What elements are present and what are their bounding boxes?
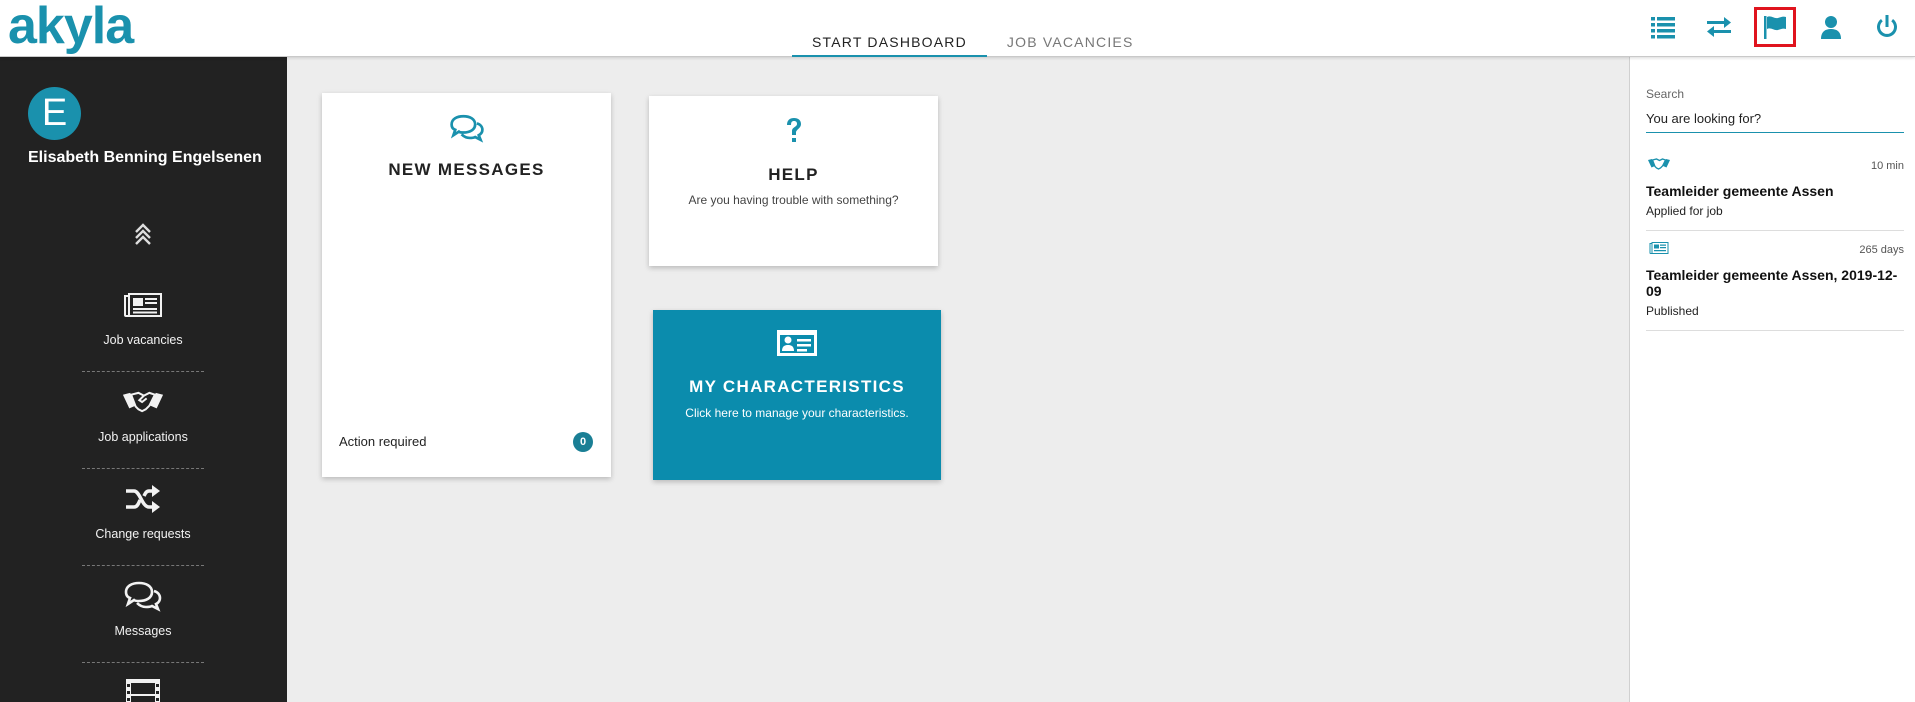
power-icon[interactable] — [1859, 0, 1915, 54]
newspaper-icon — [1646, 240, 1672, 261]
top-bar: akyla START DASHBOARD JOB VACANCIES — [0, 0, 1915, 57]
sidebar-item-change-requests[interactable]: Change requests — [82, 469, 204, 566]
search-input[interactable] — [1646, 105, 1904, 133]
sidebar-item-messages[interactable]: Messages — [82, 566, 204, 663]
id-card-icon — [653, 327, 941, 359]
sidebar-item-label: Job applications — [98, 430, 188, 444]
feed-status: Applied for job — [1646, 204, 1723, 218]
sidebar-item-job-applications[interactable]: Job applications — [82, 372, 204, 469]
feed-time: 10 min — [1870, 160, 1904, 172]
right-panel: Search 10 min Teamleider gemeente Assen … — [1629, 57, 1915, 702]
flag-icon[interactable] — [1747, 0, 1803, 54]
swap-icon[interactable] — [1691, 0, 1747, 54]
header-actions — [1635, 0, 1915, 57]
card-subtitle: Are you having trouble with something? — [688, 193, 899, 207]
sidebar-item-label: Messages — [114, 624, 172, 638]
card-title: HELP — [768, 165, 819, 184]
main-tabs: START DASHBOARD JOB VACANCIES — [792, 0, 1154, 57]
handshake-icon — [122, 380, 164, 424]
app-logo[interactable]: akyla — [8, 0, 134, 56]
search-label: Search — [1646, 87, 1685, 101]
feed-status: Published — [1646, 304, 1699, 318]
feed-title: Teamleider gemeente Assen — [1646, 183, 1834, 199]
sidebar-nav: Job vacancies Job applications Change re… — [82, 275, 204, 702]
newspaper-icon — [122, 283, 164, 327]
count-badge: 0 — [573, 432, 593, 452]
left-sidebar: E Elisabeth Benning Engelsenen Job vacan… — [0, 57, 287, 702]
chat-icon — [122, 574, 164, 618]
feed-title: Teamleider gemeente Assen, 2019-12-09 — [1646, 267, 1898, 299]
collapse-up-button[interactable] — [126, 219, 160, 249]
list-item[interactable]: 265 days Teamleider gemeente Assen, 2019… — [1646, 231, 1904, 331]
tab-job-vacancies[interactable]: JOB VACANCIES — [987, 0, 1154, 57]
user-name: Elisabeth Benning Engelsenen — [28, 149, 262, 166]
my-characteristics-card[interactable]: MY CHARACTERISTICS Click here to manage … — [653, 310, 941, 480]
avatar[interactable]: E — [28, 87, 81, 140]
action-required-label: Action required — [339, 434, 427, 449]
question-icon — [649, 116, 938, 146]
feed-time: 265 days — [1859, 244, 1904, 256]
sidebar-item-label: Job vacancies — [103, 333, 183, 347]
tab-start-dashboard[interactable]: START DASHBOARD — [792, 0, 987, 57]
card-subtitle: Click here to manage your characteristic… — [685, 406, 909, 420]
list-item[interactable]: 10 min Teamleider gemeente Assen Applied… — [1646, 147, 1904, 231]
sidebar-item-film[interactable] — [82, 663, 204, 702]
help-card[interactable]: HELP Are you having trouble with somethi… — [649, 96, 938, 266]
handshake-icon — [1646, 156, 1672, 177]
user-icon[interactable] — [1803, 0, 1859, 54]
activity-feed: 10 min Teamleider gemeente Assen Applied… — [1646, 147, 1904, 331]
card-title: MY CHARACTERISTICS — [689, 377, 905, 396]
new-messages-card[interactable]: NEW MESSAGES Action required 0 — [322, 93, 611, 477]
shuffle-icon — [122, 477, 164, 521]
sidebar-item-label: Change requests — [95, 527, 191, 541]
film-icon — [122, 671, 164, 702]
list-icon[interactable] — [1635, 0, 1691, 54]
double-chevron-up-icon — [135, 223, 151, 245]
card-title: NEW MESSAGES — [388, 160, 545, 179]
chat-icon — [322, 113, 611, 143]
sidebar-item-job-vacancies[interactable]: Job vacancies — [82, 275, 204, 372]
